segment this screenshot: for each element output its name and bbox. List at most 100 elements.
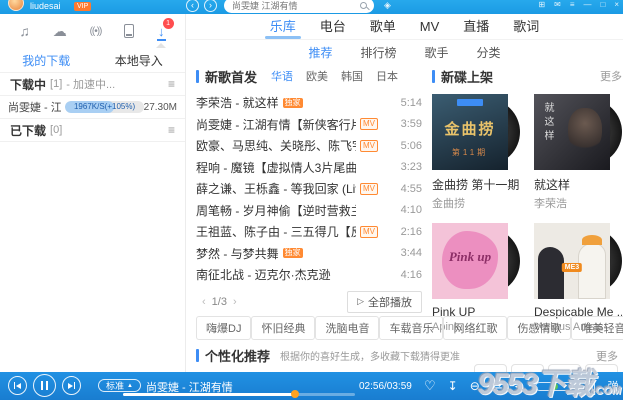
tab-japanese[interactable]: 日本	[376, 68, 398, 84]
subnav-recommend[interactable]: 推荐	[308, 44, 332, 61]
volume-knob[interactable]	[551, 383, 558, 390]
minimize-button[interactable]: —	[583, 0, 591, 9]
category-button[interactable]: 洗脑电音	[315, 316, 379, 340]
player-bar: 标准 ▲ 尚雯婕 - 江湖有情 02:56/03:59 ♡ ↧ ⊖ ⇄ ◀) 词…	[0, 372, 623, 400]
radio-icon[interactable]: ((•))	[90, 26, 102, 37]
tab-local-import[interactable]: 本地导入	[93, 52, 186, 69]
downloading-menu-icon[interactable]: ≡	[168, 77, 175, 91]
forward-button[interactable]: ›	[204, 0, 217, 12]
quality-selector[interactable]: 标准 ▲	[98, 379, 141, 392]
close-button[interactable]: ×	[614, 0, 619, 9]
section-accent-bar	[432, 70, 435, 83]
album-card[interactable]: 金曲捞第11期 金曲捞 第十一期 金曲捞	[432, 94, 520, 211]
song-row[interactable]: 王祖蓝、陈子由 - 三五得几【反转...MV2:16	[196, 221, 422, 243]
song-row[interactable]: 尚雯婕 - 江湖有情【新侠客行片尾...MV3:59	[196, 114, 422, 136]
category-button[interactable]: 嗨爆DJ	[196, 316, 251, 340]
tab-my-download[interactable]: 我的下载	[0, 52, 93, 69]
album-card[interactable]: 就这样 就这样 李荣浩	[534, 94, 622, 211]
maximize-button[interactable]: □	[600, 0, 605, 9]
album-artist[interactable]: 金曲捞	[432, 195, 520, 211]
apps-icon[interactable]: ⊞	[538, 0, 545, 9]
exclusive-badge: 独家	[283, 248, 303, 258]
next-track-button[interactable]	[62, 376, 81, 395]
downloaded-section-header[interactable]: 已下载 [0] ≡	[0, 119, 185, 142]
pause-icon	[41, 381, 48, 390]
mv-badge: MV	[360, 140, 378, 152]
sidebar-download-panel: ♫ ☁ ((•)) ↓ 1 我的下载 本地导入 下载中 [1] - 加速中...…	[0, 14, 186, 372]
album-artist[interactable]: 李荣浩	[534, 195, 622, 211]
nav-live[interactable]: 直播	[463, 14, 489, 40]
tab-korean[interactable]: 韩国	[341, 68, 363, 84]
danmu-toggle[interactable]: 弹	[608, 378, 619, 394]
nav-radio[interactable]: 电台	[320, 14, 346, 40]
nav-library[interactable]: 乐库	[270, 14, 296, 40]
subnav-charts[interactable]: 排行榜	[360, 44, 396, 61]
downloaded-menu-icon[interactable]: ≡	[168, 123, 175, 137]
previous-track-button[interactable]	[8, 376, 27, 395]
more-albums-link[interactable]: 更多	[600, 68, 622, 84]
volume-icon[interactable]: ◀)	[515, 381, 523, 392]
card-sliver[interactable]	[474, 364, 507, 372]
music-app-window: liudesai VIP ‹ › ◈ ⊞ ✉ ≡ — □ × ♫ ☁ ((•))…	[0, 0, 623, 400]
nav-mv[interactable]: MV	[420, 14, 440, 40]
identify-music-icon[interactable]: ◈	[384, 0, 391, 11]
music-icon[interactable]: ♫	[19, 23, 30, 39]
song-row[interactable]: 李荣浩 - 就这样独家5:14	[196, 92, 422, 114]
mv-badge: MV	[360, 118, 378, 130]
song-row[interactable]: 程响 - 魔镜【虚拟情人3片尾曲】3:23	[196, 157, 422, 179]
cloud-icon[interactable]: ☁	[53, 23, 67, 40]
lyrics-toggle[interactable]: 词	[585, 378, 596, 394]
seek-bar[interactable]	[123, 393, 355, 396]
back-button[interactable]: ‹	[186, 0, 199, 12]
card-sliver[interactable]	[585, 364, 618, 372]
song-row[interactable]: 欧豪、马思纯、关晓彤、陈飞宇、...MV5:06	[196, 135, 422, 157]
downloading-section-header[interactable]: 下载中 [1] - 加速中... ≡	[0, 73, 185, 96]
album-cover[interactable]: ME3	[534, 223, 610, 299]
card-sliver[interactable]	[548, 364, 581, 372]
pager-prev-icon[interactable]: ‹	[196, 296, 212, 308]
nav-playlist[interactable]: 歌单	[370, 14, 396, 40]
avatar[interactable]	[8, 0, 24, 11]
menu-icon[interactable]: ≡	[570, 0, 575, 9]
album-grid: 金曲捞第11期 金曲捞 第十一期 金曲捞 就这样 就这样 李荣浩 Pink up…	[432, 94, 622, 333]
album-cover[interactable]: Pink up	[432, 223, 508, 299]
category-button[interactable]: 伤感情歌	[507, 316, 571, 340]
subnav-artists[interactable]: 歌手	[425, 44, 449, 61]
category-button[interactable]: 怀旧经典	[251, 316, 315, 340]
song-row[interactable]: 南征北战 - 迈克尔·杰克逊4:16	[196, 264, 422, 286]
download-item-row[interactable]: 尚雯婕 - 江... 1967K/S(+105%) 27.30M	[0, 96, 185, 119]
favorite-icon[interactable]: ♡	[424, 378, 436, 394]
mail-icon[interactable]: ✉	[554, 0, 561, 9]
play-all-button[interactable]: ▷ 全部播放	[347, 291, 422, 313]
download-song-icon[interactable]: ↧	[448, 379, 458, 393]
subnav-categories[interactable]: 分类	[477, 44, 501, 61]
song-row[interactable]: 薛之谦、王栎鑫 - 等我回家 (Live)MV4:55	[196, 178, 422, 200]
seek-knob[interactable]	[291, 390, 299, 398]
song-row[interactable]: 周笔畅 - 岁月神偷【逆时营救主题曲】4:10	[196, 200, 422, 222]
card-sliver[interactable]	[511, 364, 544, 372]
vip-badge: VIP	[74, 2, 91, 11]
album-cover[interactable]: 就这样	[534, 94, 610, 170]
pause-button[interactable]	[33, 374, 56, 397]
new-albums-title: 新碟上架	[441, 67, 493, 86]
download-manager-icon[interactable]: ↓ 1	[157, 23, 166, 39]
category-button[interactable]: 网络红歌	[443, 316, 507, 340]
category-button[interactable]: 唯美轻音乐	[571, 316, 623, 340]
album-title[interactable]: 金曲捞 第十一期	[432, 176, 520, 193]
tab-chinese[interactable]: 华语	[271, 68, 293, 84]
search-input[interactable]	[224, 0, 374, 13]
pager-next-icon[interactable]: ›	[227, 296, 243, 308]
repeat-mode-icon[interactable]: ⇄	[492, 378, 503, 394]
album-cover[interactable]: 金曲捞第11期	[432, 94, 508, 170]
new-songs-tabs: 华语 欧美 韩国 日本	[271, 68, 398, 84]
search-icon[interactable]	[360, 2, 367, 9]
device-icon[interactable]	[124, 24, 134, 38]
tab-western[interactable]: 欧美	[306, 68, 328, 84]
album-title[interactable]: 就这样	[534, 176, 622, 193]
category-button[interactable]: 车载音乐	[379, 316, 443, 340]
nav-lyrics[interactable]: 歌词	[513, 14, 539, 40]
remove-icon[interactable]: ⊖	[470, 379, 480, 393]
song-row[interactable]: 梦然 - 与梦共舞独家3:44	[196, 243, 422, 265]
more-personalized-link[interactable]: 更多	[596, 348, 618, 364]
volume-slider[interactable]	[535, 382, 573, 391]
